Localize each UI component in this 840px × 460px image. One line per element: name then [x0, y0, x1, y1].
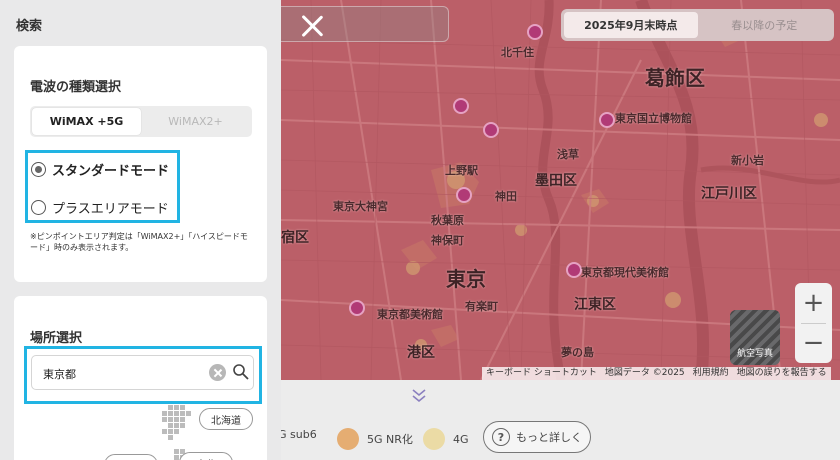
wave-type-tabs: WiMAX +5G WiMAX2+: [30, 106, 252, 137]
place-heading: 場所選択: [30, 331, 83, 346]
clear-icon[interactable]: [209, 364, 226, 381]
chevron-down-icon[interactable]: [409, 386, 429, 406]
map-label-minato: 港区: [407, 345, 435, 361]
radio-label: プラスエリアモード: [52, 202, 169, 217]
map-label-tokyobunka: 東京都現代美術館: [581, 266, 669, 279]
region-chip[interactable]: [104, 454, 158, 460]
tab-wimax-5g[interactable]: WiMAX +5G: [32, 108, 141, 135]
time-toggle-current[interactable]: 2025年9月末時点: [564, 12, 698, 38]
map-label-yumenoshima: 夢の島: [561, 346, 594, 359]
place-card: 場所選択 東京都 北海道 東: [14, 296, 267, 460]
map-label-hakubutsukan: 東京国立博物館: [615, 112, 692, 125]
radio-button[interactable]: [31, 162, 46, 177]
poi-icon[interactable]: [566, 262, 582, 278]
radio-label: スタンダードモード: [52, 164, 170, 179]
search-panel: 検索 電波の種類選択 WiMAX +5G WiMAX2+ スタンダードモード プ…: [0, 0, 281, 460]
help-icon: ?: [492, 428, 510, 446]
legend-swatch: [337, 428, 359, 450]
poi-icon[interactable]: [453, 98, 469, 114]
search-icon[interactable]: [232, 363, 250, 381]
poi-icon[interactable]: [527, 24, 543, 40]
wave-type-heading: 電波の種類選択: [30, 80, 122, 95]
map-label-daibutsu: 東京大神宮: [333, 200, 388, 213]
radio-plus-area-mode[interactable]: プラスエリアモード: [31, 198, 169, 217]
place-input-value: 東京都: [43, 368, 76, 381]
terms-link[interactable]: 利用規約: [689, 367, 733, 380]
tab-wimax2plus[interactable]: WiMAX2+: [141, 108, 250, 135]
time-toggle-future[interactable]: 春以降の予定: [698, 12, 832, 38]
map-label-asakusa: 浅草: [557, 148, 579, 161]
map-label-ueno: 上野駅: [445, 164, 478, 177]
map-label-kanda: 神田: [495, 190, 517, 203]
map-label-bijutsukan: 東京都美術館: [377, 308, 443, 321]
mode-selection-highlight: スタンダードモード プラスエリアモード: [25, 150, 180, 223]
zoom-in-button[interactable]: +: [795, 283, 832, 323]
region-chip-hokkaido[interactable]: 北海道: [199, 408, 253, 430]
poi-icon[interactable]: [349, 300, 365, 316]
keyboard-shortcuts-link[interactable]: キーボード ショートカット: [482, 367, 601, 380]
legend-label: 4G: [453, 432, 469, 446]
map-label-akihabara: 秋葉原: [431, 214, 464, 227]
legend-bar: 5G sub6 5G NR化 4G ? もっと詳しく: [271, 380, 840, 460]
poi-icon[interactable]: [456, 187, 472, 203]
time-toggle[interactable]: 2025年9月末時点 春以降の予定: [561, 9, 834, 41]
poi-icon[interactable]: [483, 122, 499, 138]
legend-label: 5G NR化: [367, 433, 413, 446]
pinpoint-note: ※ピンポイントエリア判定は「WiMAX2+」「ハイスピードモード」時のみ表示され…: [30, 232, 248, 252]
map-attribution: キーボード ショートカット 地図データ ©2025 利用規約 地図の誤りを報告す…: [482, 367, 831, 380]
zoom-control: + −: [795, 283, 832, 363]
wave-type-card: 電波の種類選択 WiMAX +5G WiMAX2+ スタンダードモード プラスエ…: [14, 46, 267, 282]
legend-item-5g-nr: 5G NR化: [337, 428, 413, 450]
map-label-jimbocho: 神保町: [431, 234, 464, 247]
close-icon[interactable]: [298, 12, 326, 40]
report-error-link[interactable]: 地図の誤りを報告する: [733, 367, 831, 380]
map-label-katsushika: 葛飾区: [645, 66, 705, 90]
place-input[interactable]: 東京都: [31, 355, 254, 390]
map-label-kitasenju: 北千住: [501, 46, 534, 59]
map-label-sumida: 墨田区: [535, 173, 577, 189]
legend-swatch: [423, 428, 445, 450]
radio-standard-mode[interactable]: スタンダードモード: [31, 160, 169, 179]
more-details-button[interactable]: ? もっと詳しく: [483, 421, 591, 453]
aerial-photo-button[interactable]: 航空写真: [730, 310, 780, 365]
map-label-koto: 江東区: [574, 297, 616, 313]
zoom-out-button[interactable]: −: [795, 324, 832, 364]
map-label-edogawa: 江戸川区: [701, 186, 757, 202]
aerial-photo-label: 航空写真: [736, 349, 773, 359]
radio-button[interactable]: [31, 200, 46, 215]
place-input-highlight: 東京都: [24, 346, 262, 404]
poi-icon[interactable]: [599, 112, 615, 128]
map-data-credit: 地図データ ©2025: [604, 368, 685, 378]
map-label-yurakucho: 有楽町: [465, 300, 498, 313]
map-label-shinkoiwa: 新小岩: [731, 154, 764, 167]
more-details-label: もっと詳しく: [516, 431, 582, 444]
region-chip-tohoku[interactable]: 東北: [179, 452, 233, 460]
map-label-tokyo: 東京: [446, 267, 486, 291]
legend-item-4g: 4G: [423, 428, 469, 450]
map-label-shinjuku: 宿区: [281, 230, 309, 246]
panel-title: 検索: [16, 19, 43, 34]
